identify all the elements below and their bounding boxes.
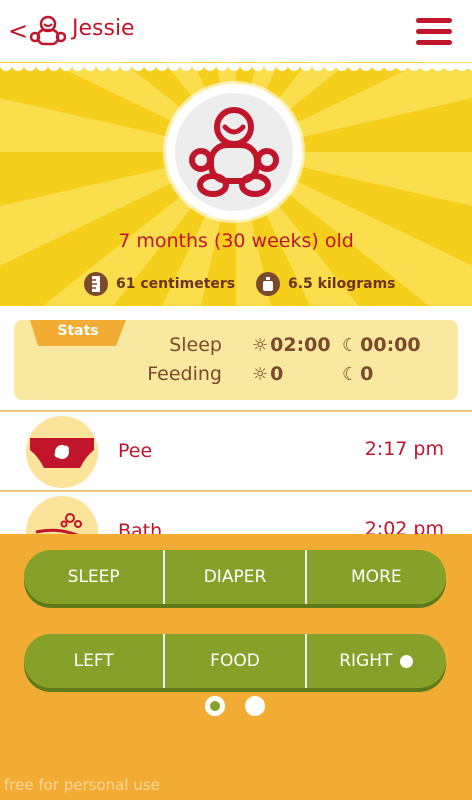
watermark-text: free for personal use [4, 776, 160, 794]
moon-icon: ☾ [342, 363, 359, 385]
moon-icon: ☾ [342, 334, 359, 356]
diaper-icon [26, 416, 98, 488]
baby-name-title: Jessie [72, 16, 135, 41]
sleep-day-value: ☼ 02:00 [252, 334, 331, 356]
event-time: 2:17 pm [364, 438, 444, 460]
top-bar: < Jessie [0, 0, 472, 62]
stats-row-sleep: Sleep ☼ 02:00 ☾ 00:00 [14, 334, 458, 362]
baby-avatar-icon [189, 107, 279, 197]
page-dot[interactable] [245, 696, 265, 716]
sleep-button[interactable]: SLEEP [24, 550, 166, 604]
feeding-night-value: ☾ 0 [342, 363, 374, 385]
stats-card[interactable]: Stats Sleep ☼ 02:00 ☾ 00:00 Feeding ☼ 0 ☾ 0 [14, 320, 458, 400]
more-button[interactable]: MORE [307, 550, 446, 604]
back-icon[interactable]: < [8, 18, 28, 44]
sun-icon: ☼ [252, 363, 269, 385]
page-indicator [0, 696, 472, 718]
left-button[interactable]: LEFT [24, 634, 166, 688]
profile-header: 7 months (30 weeks) old 61 centimeters 6… [0, 62, 472, 306]
measurements: 61 centimeters 6.5 kilograms [0, 270, 472, 298]
weight-icon [256, 272, 280, 296]
weight-value: 6.5 kilograms [288, 276, 396, 292]
feeding-day-value: ☼ 0 [252, 363, 284, 385]
stats-row-label: Feeding [147, 363, 222, 385]
sun-icon: ☼ [252, 334, 269, 356]
page-dot-active[interactable] [205, 696, 225, 716]
hamburger-icon[interactable] [416, 18, 452, 46]
stats-section: Stats Sleep ☼ 02:00 ☾ 00:00 Feeding ☼ 0 ☾ 0 [0, 306, 472, 410]
scalloped-edge [0, 63, 472, 71]
stats-row-feeding: Feeding ☼ 0 ☾ 0 [14, 363, 458, 391]
action-panel: SLEEP DIAPER MORE LEFT FOOD RIGHT [0, 534, 472, 800]
diaper-button[interactable]: DIAPER [165, 550, 307, 604]
height-measure: 61 centimeters [84, 270, 235, 298]
list-item[interactable]: Pee 2:17 pm [0, 410, 472, 492]
ruler-icon [84, 272, 108, 296]
height-value: 61 centimeters [116, 276, 236, 292]
baby-logo-icon [30, 15, 66, 46]
right-button[interactable]: RIGHT [307, 634, 446, 688]
stats-row-label: Sleep [169, 334, 222, 356]
food-button[interactable]: FOOD [165, 634, 307, 688]
active-indicator-icon [400, 654, 414, 668]
weight-measure: 6.5 kilograms [256, 270, 396, 298]
avatar[interactable] [166, 84, 302, 220]
event-name: Pee [118, 440, 153, 462]
sleep-night-value: ☾ 00:00 [342, 334, 421, 356]
action-row-1: SLEEP DIAPER MORE [24, 550, 446, 604]
baby-age: 7 months (30 weeks) old [118, 230, 354, 252]
action-row-2: LEFT FOOD RIGHT [24, 634, 446, 688]
